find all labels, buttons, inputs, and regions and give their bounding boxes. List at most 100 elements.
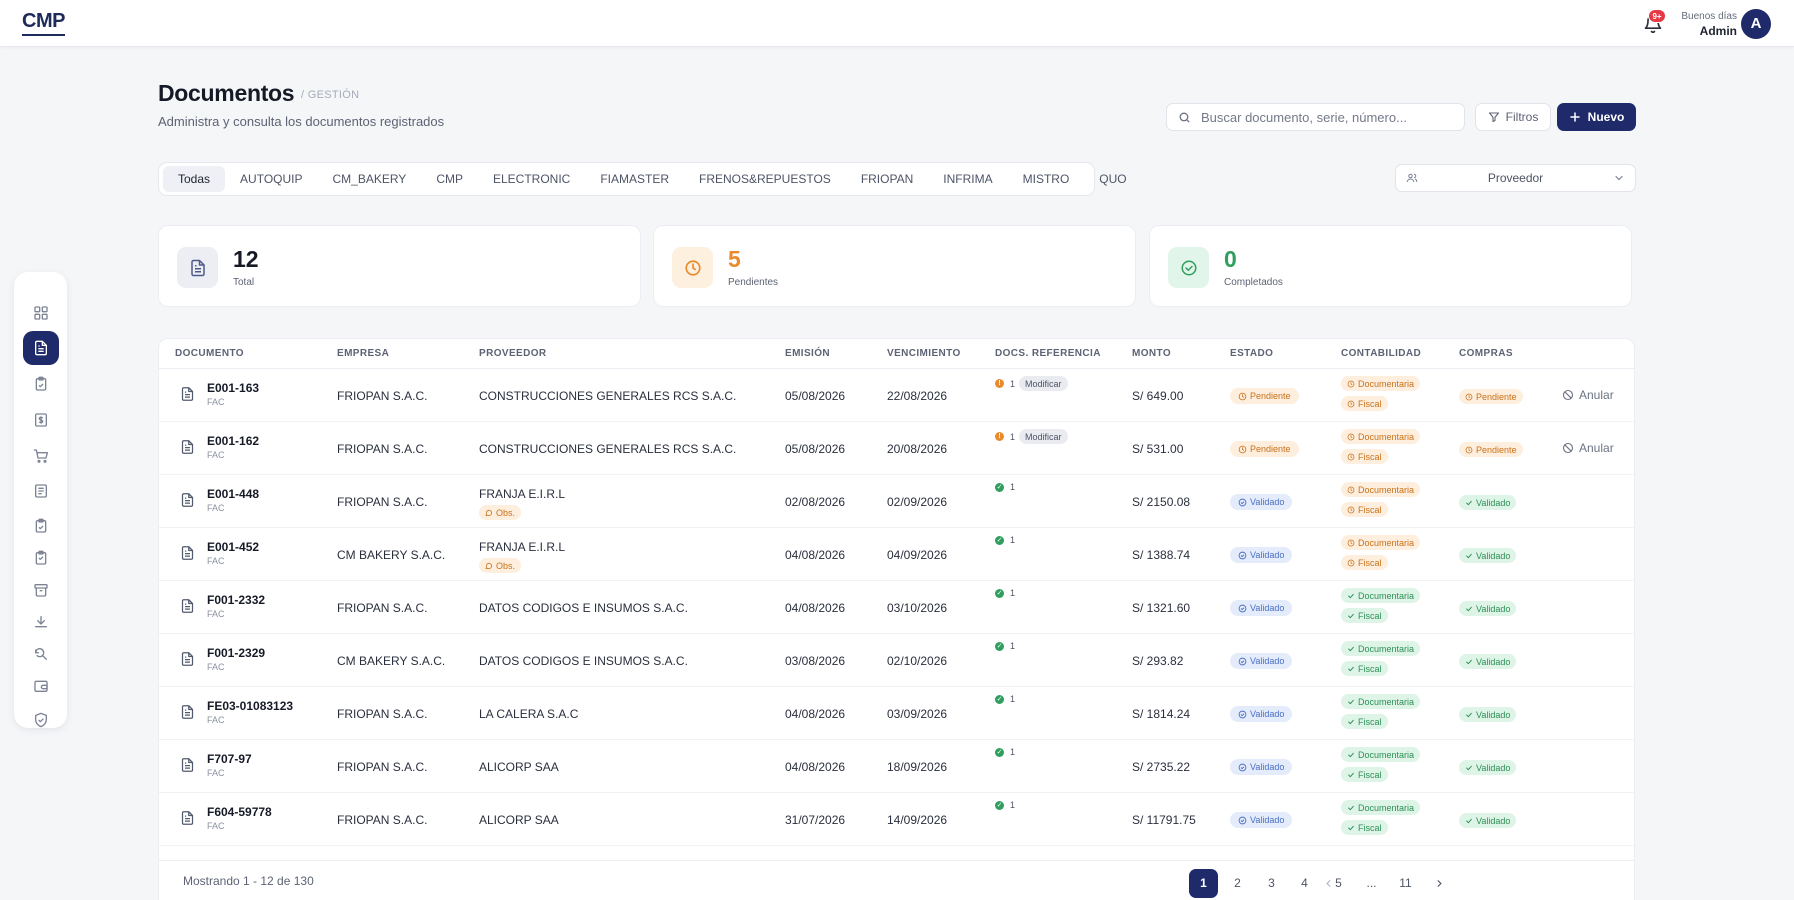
check-circle-icon: [1168, 247, 1209, 288]
download-icon[interactable]: [23, 605, 59, 639]
document-number[interactable]: F001-2329: [207, 646, 265, 660]
purchases-label: Validado: [1476, 550, 1511, 561]
docs-referencia-cell: ✓ 1: [995, 694, 1015, 704]
proveedor-cell: DATOS CODIGOS E INSUMOS S.A.C.: [479, 654, 688, 668]
observation-label: Obs.: [496, 560, 516, 571]
avatar[interactable]: A: [1741, 9, 1771, 39]
ban-icon: [1562, 442, 1574, 454]
document-number[interactable]: FE03-01083123: [207, 699, 293, 713]
table-row[interactable]: E001-163 FAC FRIOPAN S.A.C. CONSTRUCCIONES …: [159, 369, 1634, 422]
clock-icon: [1238, 392, 1247, 401]
table-row[interactable]: F001-2332 FAC FRIOPAN S.A.C. DATOS CODIGOS …: [159, 581, 1634, 634]
search-input[interactable]: [1201, 109, 1451, 125]
search-refresh-icon[interactable]: [23, 637, 59, 671]
clock-icon: [672, 247, 713, 288]
vencimiento-cell: 20/08/2026: [887, 442, 948, 456]
purchases-label: Validado: [1476, 709, 1511, 720]
docs-referencia-cell: ! 1 Modificar: [995, 429, 1068, 444]
new-document-button[interactable]: Nuevo: [1557, 103, 1636, 131]
table-row[interactable]: F707-97 FAC FRIOPAN S.A.C. ALICORP SAA 04/08…: [159, 740, 1634, 793]
page-button[interactable]: 2: [1223, 869, 1252, 898]
document-icon[interactable]: [23, 331, 59, 365]
tab-cm-bakery[interactable]: CM_BAKERY: [318, 166, 422, 192]
cancel-document-button[interactable]: Anular: [1562, 388, 1614, 402]
reference-count: 1: [1010, 747, 1016, 757]
document-number[interactable]: F001-2332: [207, 593, 265, 607]
accounting-badge: Documentaria: [1341, 482, 1421, 497]
page-button[interactable]: 11: [1391, 869, 1420, 898]
tab-quo[interactable]: QUO: [1084, 166, 1141, 192]
check-icon: [1347, 771, 1355, 779]
page-button[interactable]: 1: [1189, 869, 1218, 898]
next-page-button[interactable]: [1425, 869, 1454, 898]
check-icon: [1465, 605, 1473, 613]
document-number[interactable]: E001-452: [207, 540, 259, 554]
grid-icon[interactable]: [23, 296, 59, 330]
emision-cell: 04/08/2026: [785, 760, 846, 774]
document-number[interactable]: E001-163: [207, 381, 259, 395]
document-number[interactable]: E001-448: [207, 487, 259, 501]
tab-mistro[interactable]: MISTRO: [1008, 166, 1085, 192]
column-header: MONTO: [1132, 348, 1172, 359]
table-row[interactable]: F001-2329 FAC CM BAKERY S.A.C. DATOS CODIGO…: [159, 634, 1634, 687]
status-label: Validado: [1250, 762, 1285, 772]
status-label: Validado: [1250, 815, 1285, 825]
tab-frenos-repuestos[interactable]: FRENOS&REPUESTOS: [684, 166, 846, 192]
cancel-document-button[interactable]: Anular: [1562, 441, 1614, 455]
dollar-icon[interactable]: [23, 403, 59, 437]
filters-button[interactable]: Filtros: [1475, 103, 1551, 131]
document-type: FAC: [207, 556, 225, 566]
search-box[interactable]: [1166, 103, 1465, 131]
modify-tag[interactable]: Modificar: [1019, 376, 1068, 391]
vencimiento-cell: 03/09/2026: [887, 707, 948, 721]
table-row[interactable]: E001-448 FAC FRIOPAN S.A.C. FRANJA E.I.R.L O…: [159, 475, 1634, 528]
tab-friopan[interactable]: FRIOPAN: [846, 166, 928, 192]
accounting-badge: Fiscal: [1341, 767, 1388, 782]
tab-cmp[interactable]: CMP: [421, 166, 478, 192]
page-button[interactable]: 4: [1290, 869, 1319, 898]
app-logo[interactable]: CMP: [22, 10, 65, 36]
monto-cell: S/ 649.00: [1132, 389, 1184, 403]
table-row[interactable]: E001-452 FAC CM BAKERY S.A.C. FRANJA E.I.R.…: [159, 528, 1634, 581]
page-button[interactable]: 5: [1324, 869, 1353, 898]
cart-icon[interactable]: [23, 439, 59, 473]
check-icon: [1465, 658, 1473, 666]
filters-label: Filtros: [1505, 110, 1539, 124]
tab-electronic[interactable]: ELECTRONIC: [478, 166, 585, 192]
proveedor-cell: CONSTRUCCIONES GENERALES RCS S.A.C.: [479, 389, 737, 403]
shield-check-icon[interactable]: [23, 703, 59, 737]
monto-cell: S/ 1321.60: [1132, 601, 1191, 615]
document-number[interactable]: F604-59778: [207, 805, 272, 819]
table-row[interactable]: F604-59778 FAC FRIOPAN S.A.C. ALICORP SAA 31…: [159, 793, 1634, 846]
clipboard-check-icon[interactable]: [23, 367, 59, 401]
document-number[interactable]: E001-162: [207, 434, 259, 448]
column-header: VENCIMIENTO: [887, 348, 961, 359]
reference-count: 1: [1010, 641, 1016, 651]
tab-infrima[interactable]: INFRIMA: [928, 166, 1007, 192]
tab-todas[interactable]: Todas: [163, 166, 226, 192]
greeting-text: Buenos días: [1681, 11, 1737, 22]
accounting-label: Documentaria: [1358, 590, 1415, 601]
clipboard-icon[interactable]: [23, 509, 59, 543]
emision-cell: 04/08/2026: [785, 601, 846, 615]
document-number[interactable]: F707-97: [207, 752, 252, 766]
tab-autoquip[interactable]: AUTOQUIP: [225, 166, 317, 192]
table-row[interactable]: FE03-01083123 FAC FRIOPAN S.A.C. LA CALERA …: [159, 687, 1634, 740]
provider-select[interactable]: Proveedor: [1395, 164, 1636, 192]
vencimiento-cell: 02/10/2026: [887, 654, 948, 668]
status-label: Validado: [1250, 656, 1285, 666]
check-icon: [1347, 824, 1355, 832]
observation-badge[interactable]: Obs.: [479, 505, 522, 520]
sidebar: [14, 272, 67, 728]
page-button[interactable]: 3: [1257, 869, 1286, 898]
top-bar: CMP 9+ Buenos días Admin A: [0, 0, 1794, 47]
observation-badge[interactable]: Obs.: [479, 558, 522, 573]
book-icon[interactable]: [23, 474, 59, 508]
emision-cell: 03/08/2026: [785, 654, 846, 668]
modify-tag[interactable]: Modificar: [1019, 429, 1068, 444]
clipboard-list-icon[interactable]: [23, 541, 59, 575]
wallet-icon[interactable]: [23, 669, 59, 703]
tab-fiamaster[interactable]: FIAMASTER: [585, 166, 684, 192]
archive-icon[interactable]: [23, 573, 59, 607]
table-row[interactable]: E001-162 FAC FRIOPAN S.A.C. CONSTRUCCIONES …: [159, 422, 1634, 475]
